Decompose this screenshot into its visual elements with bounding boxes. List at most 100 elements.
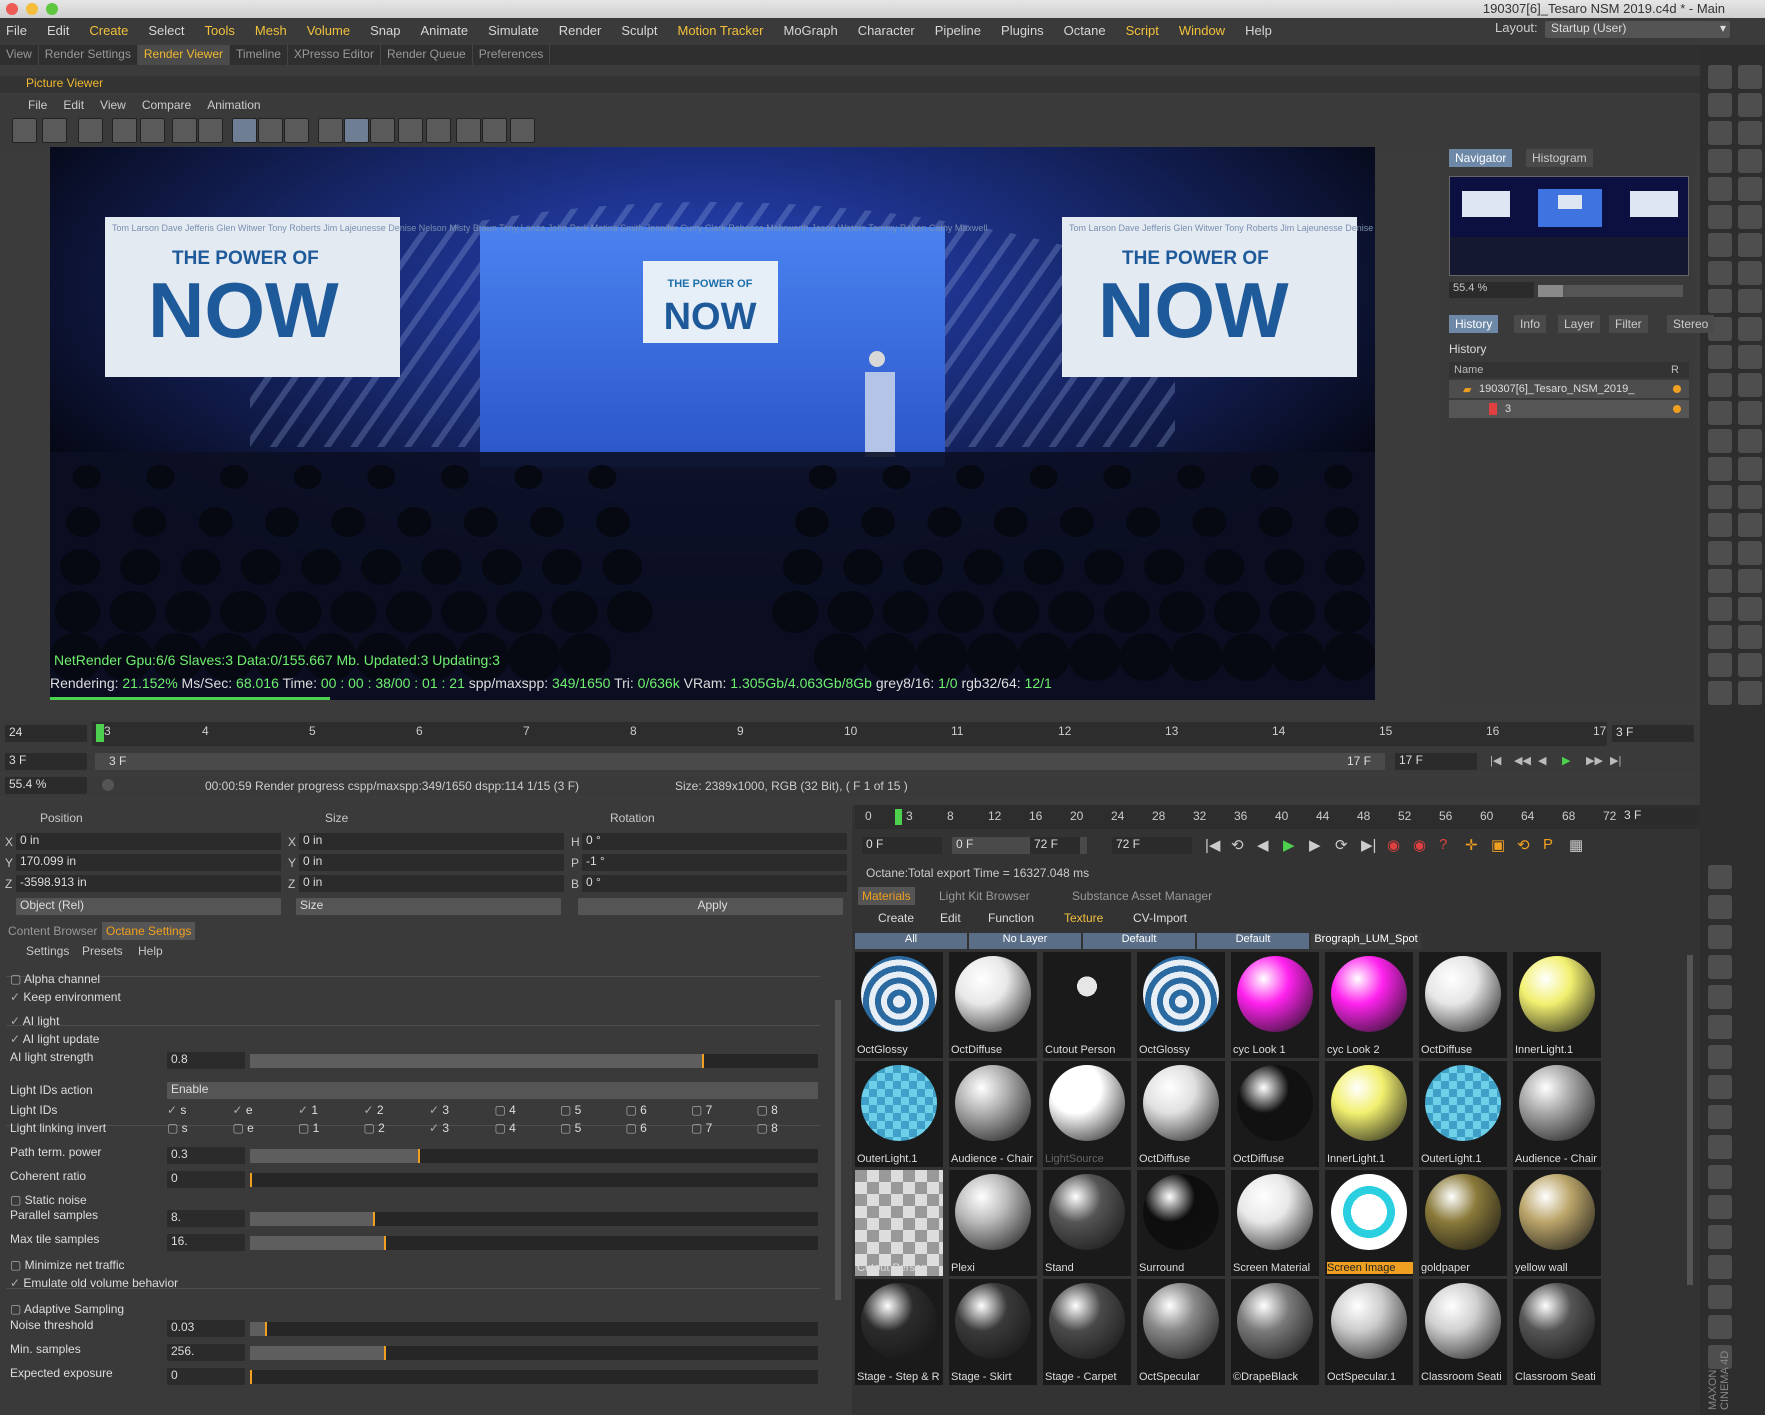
tool-icon[interactable] (1738, 317, 1762, 341)
anim-control-icon[interactable]: ⟲ (1231, 836, 1244, 854)
timeline-ruler[interactable]: 3 4 5 6 7 8 9 10 11 12 13 14 15 16 17 (92, 722, 1607, 746)
anim-control-icon[interactable]: ▣ (1491, 836, 1505, 854)
material-swatch[interactable]: OuterLight.1 (1419, 1061, 1507, 1167)
material-layer-tab[interactable]: Default (1197, 933, 1309, 949)
menu-plugins[interactable]: Plugins (1001, 23, 1044, 38)
light-ids-checkbox-5[interactable]: ▢ 5 (560, 1103, 581, 1117)
alpha-channel-checkbox[interactable]: ▢ Alpha channel (10, 972, 100, 986)
tab-render-viewer[interactable]: Render Viewer (137, 45, 231, 65)
coherent-ratio-slider[interactable] (250, 1173, 818, 1187)
coherent-ratio-field[interactable]: 0 (167, 1171, 245, 1188)
pv-tool-icon[interactable] (426, 118, 451, 143)
pv-tool-icon[interactable] (42, 118, 67, 143)
tool-icon[interactable] (1708, 261, 1732, 285)
ai-light-update-checkbox[interactable]: ✓ AI light update (10, 1032, 99, 1046)
tool-icon[interactable] (1738, 485, 1762, 509)
tool-icon[interactable] (1708, 865, 1732, 889)
tool-icon[interactable] (1708, 925, 1732, 949)
size-mode-select[interactable]: Size (296, 898, 561, 915)
material-swatch[interactable]: Classroom Seati (1419, 1279, 1507, 1385)
menu-mesh[interactable]: Mesh (255, 23, 287, 38)
tool-icon[interactable] (1708, 289, 1732, 313)
tool-icon[interactable] (1708, 1105, 1732, 1129)
min-samples-field[interactable]: 256. (167, 1344, 245, 1361)
octane-menu-settings[interactable]: Settings (26, 944, 69, 958)
parallel-samples-slider[interactable] (250, 1212, 818, 1226)
tool-icon[interactable] (1708, 1015, 1732, 1039)
material-swatch[interactable]: Plexi (949, 1170, 1037, 1276)
coord-field[interactable]: 0 ° (582, 875, 847, 892)
tool-icon[interactable] (1738, 429, 1762, 453)
pv-tool-icon[interactable] (344, 118, 369, 143)
tool-icon[interactable] (1708, 955, 1732, 979)
minimize-net-traffic-checkbox[interactable]: ▢ Minimize net traffic (10, 1258, 124, 1272)
material-swatch[interactable]: OctDiffuse (1419, 952, 1507, 1058)
pv-tool-icon[interactable] (198, 118, 223, 143)
pv-tool-icon[interactable] (112, 118, 137, 143)
tool-icon[interactable] (1708, 401, 1732, 425)
tab-materials[interactable]: Materials (858, 887, 915, 905)
pv-menu-animation[interactable]: Animation (207, 98, 260, 112)
light-ids-checkbox-6[interactable]: ▢ 6 (626, 1103, 647, 1117)
coord-field[interactable]: -1 ° (582, 854, 847, 871)
tool-icon[interactable] (1738, 289, 1762, 313)
menu-create[interactable]: Create (89, 23, 128, 38)
pv-tool-icon[interactable] (258, 118, 283, 143)
tool-icon[interactable] (1708, 681, 1732, 705)
playhead[interactable] (96, 724, 104, 742)
noise-threshold-field[interactable]: 0.03 (167, 1320, 245, 1337)
material-swatch[interactable]: cyc Look 2 (1325, 952, 1413, 1058)
anim-frame-field[interactable]: 0 F (862, 837, 942, 854)
octane-menu-presets[interactable]: Presets (82, 944, 123, 958)
menu-character[interactable]: Character (858, 23, 915, 38)
anim-control-icon[interactable]: ◉ (1387, 836, 1400, 854)
light-linking-invert-checkbox-1[interactable]: ▢ 1 (298, 1121, 319, 1135)
tab-view[interactable]: View (0, 45, 39, 65)
tool-icon[interactable] (1738, 65, 1762, 89)
anim-control-icon[interactable]: ? (1439, 836, 1447, 853)
light-ids-checkbox-8[interactable]: ▢ 8 (757, 1103, 778, 1117)
tab-content-browser[interactable]: Content Browser (4, 922, 101, 940)
material-layer-tab[interactable]: No Layer (969, 933, 1081, 949)
tool-icon[interactable] (1708, 513, 1732, 537)
light-linking-invert-checkbox-s[interactable]: ▢ s (167, 1121, 188, 1135)
tab-filter[interactable]: Filter (1609, 315, 1648, 333)
light-linking-invert-checkbox-7[interactable]: ▢ 7 (691, 1121, 712, 1135)
material-swatch[interactable]: ©DrapeBlack (1231, 1279, 1319, 1385)
noise-threshold-slider[interactable] (250, 1322, 818, 1336)
render-image[interactable]: THE POWER OF NOW Tom Larson Dave Jefferi… (50, 147, 1375, 700)
pv-tool-icon[interactable] (284, 118, 309, 143)
menu-motion-tracker[interactable]: Motion Tracker (678, 23, 764, 38)
anim-control-icon[interactable]: ▶ (1309, 836, 1321, 854)
navigator-zoom-slider[interactable] (1538, 285, 1683, 297)
tool-icon[interactable] (1738, 541, 1762, 565)
material-swatch[interactable]: Cutout Person (1043, 952, 1131, 1058)
octane-menu-help[interactable]: Help (138, 944, 163, 958)
anim-control-icon[interactable]: ⟳ (1335, 836, 1348, 854)
pv-tool-icon[interactable] (78, 118, 103, 143)
tool-icon[interactable] (1738, 513, 1762, 537)
anim-control-icon[interactable]: ▦ (1569, 836, 1583, 854)
ai-light-strength-slider[interactable] (250, 1054, 818, 1068)
anim-control-icon[interactable]: P (1543, 836, 1553, 853)
light-ids-checkbox-4[interactable]: ▢ 4 (495, 1103, 516, 1117)
material-swatch[interactable]: Screen Material (1231, 1170, 1319, 1276)
tool-icon[interactable] (1738, 233, 1762, 257)
material-swatch[interactable]: Screen Image (1325, 1170, 1413, 1276)
material-swatch[interactable]: Stand (1043, 1170, 1131, 1276)
materials-menu-texture[interactable]: Texture (1064, 911, 1103, 925)
pv-tool-icon[interactable] (12, 118, 37, 143)
keep-environment-checkbox[interactable]: ✓ Keep environment (10, 990, 121, 1004)
light-ids-checkbox-e[interactable]: ✓ e (233, 1103, 253, 1117)
tool-icon[interactable] (1708, 1195, 1732, 1219)
material-swatch[interactable]: Surround (1137, 1170, 1225, 1276)
tool-icon[interactable] (1738, 93, 1762, 117)
menu-sculpt[interactable]: Sculpt (621, 23, 657, 38)
play-icon[interactable] (102, 779, 114, 791)
material-swatch[interactable]: OctDiffuse (1231, 1061, 1319, 1167)
first-frame-icon[interactable]: |◀ (1490, 754, 1501, 767)
anim-control-icon[interactable]: ▶ (1283, 836, 1295, 854)
minimize-window-button[interactable] (26, 3, 38, 15)
materials-menu-cv-import[interactable]: CV-Import (1133, 911, 1187, 925)
light-linking-invert-checkbox-8[interactable]: ▢ 8 (757, 1121, 778, 1135)
